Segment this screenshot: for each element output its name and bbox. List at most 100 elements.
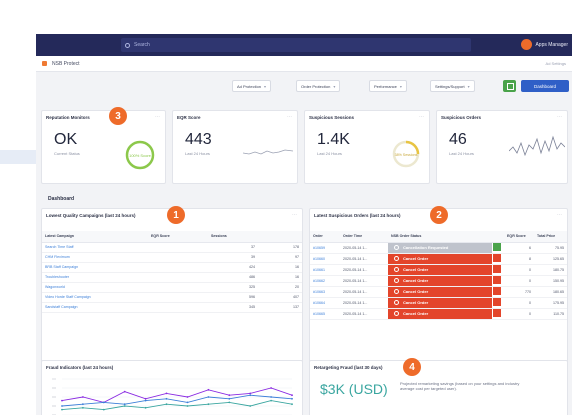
card-title: Suspicious Orders <box>441 115 482 120</box>
column-header[interactable]: Latest Campaign <box>42 231 148 243</box>
data-point <box>186 401 189 404</box>
order-link[interactable]: #10663 <box>310 286 340 298</box>
export-icon[interactable] <box>503 80 516 92</box>
cancel-order-button[interactable]: Cancel Order <box>388 286 492 297</box>
campaign-link[interactable]: Wagonworld <box>42 282 148 293</box>
table-cell: 97 <box>258 252 302 263</box>
dashboard-button[interactable]: Dashboard <box>521 80 569 92</box>
order-link[interactable]: #10660 <box>310 253 340 265</box>
table-cell <box>148 262 208 273</box>
ad-settings-link[interactable]: Ad Settings <box>546 61 566 66</box>
campaign-link[interactable]: Search Time Staff <box>42 242 148 253</box>
avatar[interactable] <box>521 39 533 50</box>
more-icon[interactable]: ⋯ <box>557 212 562 218</box>
column-header[interactable]: NSB Order Status <box>388 231 492 243</box>
table-row: #10662 2020-05-14 1... Cancel Order 0 15… <box>310 275 567 287</box>
column-header[interactable]: Total Price <box>534 231 567 243</box>
more-icon[interactable]: ⋯ <box>419 114 424 120</box>
metric-sub: Last 24 Hours <box>185 151 210 156</box>
order-link[interactable]: #10659 <box>310 242 340 254</box>
table-cell: 16 <box>258 272 302 283</box>
card-title: Suspicious Sessions <box>309 115 355 120</box>
more-icon[interactable]: ⋯ <box>292 212 297 218</box>
cancel-order-label: Cancel Order <box>403 256 429 261</box>
campaign-link[interactable]: Troubleshooter <box>42 272 148 283</box>
more-icon[interactable]: ⋯ <box>287 114 292 120</box>
table-row: #10659 2020-05-14 1... Cancellation Requ… <box>310 242 567 254</box>
order-link[interactable]: #10661 <box>310 264 340 276</box>
cancel-icon <box>394 267 399 272</box>
order-protection-menu[interactable]: Order Protection ▾ <box>296 80 341 92</box>
search-box[interactable]: Search <box>121 38 471 52</box>
approve-icon[interactable] <box>493 243 501 251</box>
campaigns-table: Latest Campaign EQR Score Sessions Searc… <box>42 231 302 313</box>
performance-menu[interactable]: Performance ▾ <box>369 80 407 92</box>
column-header[interactable]: Order <box>310 231 340 243</box>
row-menu-icon[interactable] <box>493 287 501 295</box>
suspicious-orders-table-card: Latest Suspicious Orders (last 24 hours)… <box>309 208 568 380</box>
data-point <box>207 396 210 398</box>
campaign-link[interactable]: BRB Staff Campaign <box>42 262 148 273</box>
row-menu-icon[interactable] <box>493 254 501 262</box>
data-point <box>165 397 168 400</box>
data-point <box>123 405 126 407</box>
more-icon[interactable]: ⋯ <box>155 114 160 120</box>
user-name[interactable]: Apps Manager <box>535 42 568 48</box>
cancel-order-button[interactable]: Cancel Order <box>388 308 492 319</box>
row-menu-icon[interactable] <box>493 265 501 273</box>
order-link[interactable]: #10662 <box>310 275 340 287</box>
campaign-link[interactable]: CHM Fleximum <box>42 252 148 263</box>
data-point <box>249 394 252 397</box>
card-title: Fraud Indicators (last 24 hours) <box>46 365 114 370</box>
cancel-order-button[interactable]: Cancel Order <box>388 275 492 286</box>
status-label: Cancellation Requested <box>403 245 449 250</box>
settings-support-menu[interactable]: Settings/Support ▾ <box>430 80 475 92</box>
card-title: Retargeting Fraud (last 30 days) <box>314 365 383 370</box>
column-header[interactable]: Order Time <box>340 231 388 243</box>
column-header[interactable]: Sessions <box>208 231 258 243</box>
gauge-label: 100% Score <box>129 153 152 158</box>
annotation-badge-3: 3 <box>109 107 127 125</box>
status-cell: Cancel Order <box>388 286 492 298</box>
data-point <box>61 405 63 407</box>
data-point <box>82 406 84 409</box>
row-menu-icon[interactable] <box>493 276 501 284</box>
search-input[interactable]: Search <box>134 42 150 48</box>
cancel-order-button[interactable]: Cancel Order <box>388 264 492 275</box>
retargeting-description: Projected remarketing savings (based on … <box>400 381 520 391</box>
order-link[interactable]: #10664 <box>310 297 340 309</box>
table-cell: 2020-05-14 1... <box>340 275 388 287</box>
action-cell <box>492 286 504 298</box>
campaign-link[interactable]: Sandstaff Campaign <box>42 302 148 313</box>
cancel-order-button[interactable]: Cancel Order <box>388 253 492 264</box>
order-link[interactable]: #10665 <box>310 308 340 320</box>
data-point <box>291 397 293 400</box>
campaign-link[interactable]: Video Horde Staff Campaign <box>42 292 148 303</box>
row-menu-icon[interactable] <box>493 309 501 317</box>
data-point <box>61 399 63 402</box>
row-menu-icon[interactable] <box>493 298 501 306</box>
action-cell <box>492 242 504 254</box>
screenshot-frame: Search Apps Manager NSB Protect Ad Setti… <box>0 0 572 415</box>
status-cell: Cancel Order <box>388 308 492 320</box>
fraud-indicators-card: Fraud Indicators (last 24 hours) <box>41 360 303 415</box>
column-header[interactable]: EQR Score <box>148 231 208 243</box>
status-cell: Cancellation Requested <box>388 242 492 254</box>
table-cell: 2020-05-14 1... <box>340 242 388 254</box>
chevron-down-icon: ▾ <box>467 83 470 89</box>
action-cell <box>492 275 504 287</box>
app-logo-icon <box>42 61 47 66</box>
column-header[interactable]: EQR Score <box>504 231 534 243</box>
data-point <box>228 397 231 400</box>
cancel-order-button[interactable]: Cancel Order <box>388 297 492 308</box>
data-point <box>82 403 84 406</box>
retargeting-fraud-card: Retargeting Fraud (last 30 days) $3K (US… <box>309 360 568 415</box>
table-cell: 424 <box>208 262 258 273</box>
ad-protection-menu[interactable]: Ad Protection ▾ <box>232 80 272 92</box>
sparkline <box>243 149 293 155</box>
table-cell: 8 <box>504 253 534 265</box>
data-point <box>144 399 147 402</box>
more-icon[interactable]: ⋯ <box>557 114 562 120</box>
user-menu[interactable]: Apps Manager <box>521 39 568 50</box>
cancel-icon <box>394 289 399 294</box>
